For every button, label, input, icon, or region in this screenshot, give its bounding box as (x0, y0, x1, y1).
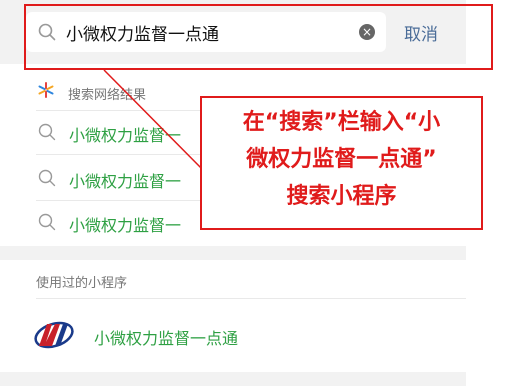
annotation-line: 搜索小程序 (286, 184, 397, 209)
web-result-label: 小微权力监督一 (69, 126, 182, 145)
page: × 取消 搜索网络结果 小微权力监督一 (0, 0, 529, 386)
annotation-line: 在“搜索”栏输入“小 (242, 110, 441, 135)
search-icon (38, 123, 56, 141)
annotation-callout: 在“搜索”栏输入“小 微权力监督一点通” 搜索小程序 (200, 96, 483, 230)
search-icon (38, 213, 56, 231)
miniprogram-item[interactable]: 小微权力监督一点通 (0, 300, 466, 370)
row-divider (36, 298, 466, 299)
bottom-band (0, 372, 466, 386)
section-separator (0, 246, 466, 260)
miniprogram-name: 小微权力监督一点通 (94, 329, 239, 348)
search-icon (38, 169, 56, 187)
app-logo (34, 321, 74, 349)
annotation-line: 微权力监督一点通” (246, 147, 437, 172)
search-highlight-frame (24, 4, 493, 70)
web-result-label: 小微权力监督一 (69, 172, 182, 191)
web-result-label: 小微权力监督一 (69, 216, 182, 235)
web-search-icon (38, 82, 54, 98)
web-results-heading: 搜索网络结果 (68, 88, 147, 103)
used-programs-heading: 使用过的小程序 (36, 276, 128, 291)
